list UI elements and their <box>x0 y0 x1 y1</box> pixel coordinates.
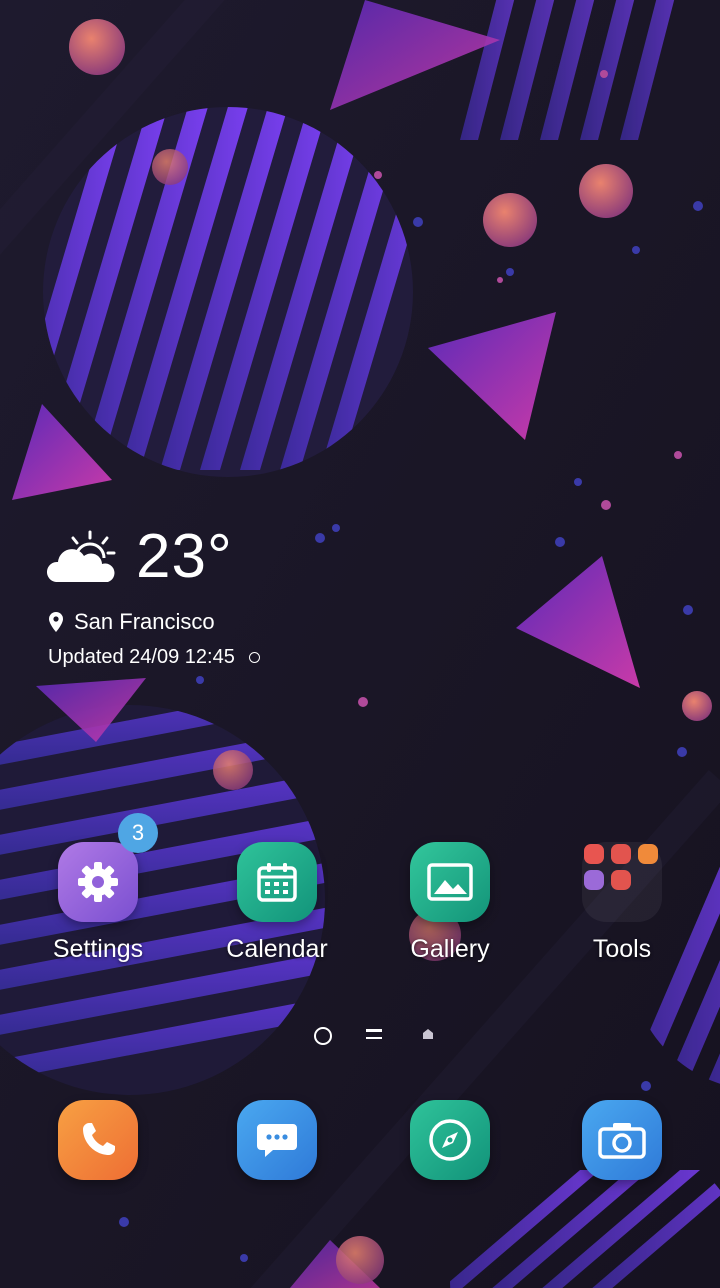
app-gallery[interactable]: Gallery <box>380 842 520 966</box>
partly-sunny-icon <box>46 530 116 582</box>
gallery-app-icon[interactable] <box>410 842 490 922</box>
updated-label: Updated 24/09 12:45 <box>48 645 235 668</box>
folder-label: Tools <box>592 935 652 963</box>
app-label: Calendar <box>226 935 328 963</box>
settings-app-icon[interactable] <box>58 842 138 922</box>
messages-app-icon[interactable] <box>237 1100 317 1180</box>
dock-messages[interactable] <box>207 1100 347 1180</box>
notification-badge: 3 <box>118 813 158 853</box>
location-pin-icon <box>49 612 63 632</box>
browser-app-icon[interactable] <box>410 1100 490 1180</box>
temperature: 23° <box>136 522 233 591</box>
folder-icon[interactable] <box>582 842 662 922</box>
dock-camera[interactable] <box>552 1100 692 1180</box>
app-settings[interactable]: Settings <box>28 842 168 966</box>
weather-widget[interactable]: 23° San Francisco Updated 24/09 12:45 <box>46 522 346 672</box>
app-calendar[interactable]: Calendar <box>207 842 347 966</box>
home-icon <box>423 1029 433 1039</box>
message-icon <box>257 1124 297 1157</box>
refresh-icon[interactable] <box>248 651 260 663</box>
image-icon <box>427 863 473 901</box>
dock-phone[interactable] <box>28 1100 168 1180</box>
page-indicator[interactable] <box>300 1024 440 1048</box>
circle-icon <box>314 1027 332 1045</box>
camera-icon <box>598 1123 646 1159</box>
updated-row: Updated 24/09 12:45 <box>48 644 260 670</box>
dock-browser[interactable] <box>380 1100 520 1180</box>
location-label: San Francisco <box>74 609 215 634</box>
location-row: San Francisco <box>48 608 215 636</box>
app-label: Gallery <box>410 935 490 963</box>
app-label: Settings <box>52 935 144 963</box>
calendar-app-icon[interactable] <box>237 842 317 922</box>
list-icon <box>366 1029 382 1041</box>
compass-icon <box>429 1119 471 1161</box>
phone-app-icon[interactable] <box>58 1100 138 1180</box>
gear-icon <box>78 862 118 902</box>
camera-app-icon[interactable] <box>582 1100 662 1180</box>
phone-icon <box>83 1123 115 1155</box>
folder-tools[interactable]: Tools <box>552 842 692 966</box>
calendar-icon <box>257 863 297 902</box>
